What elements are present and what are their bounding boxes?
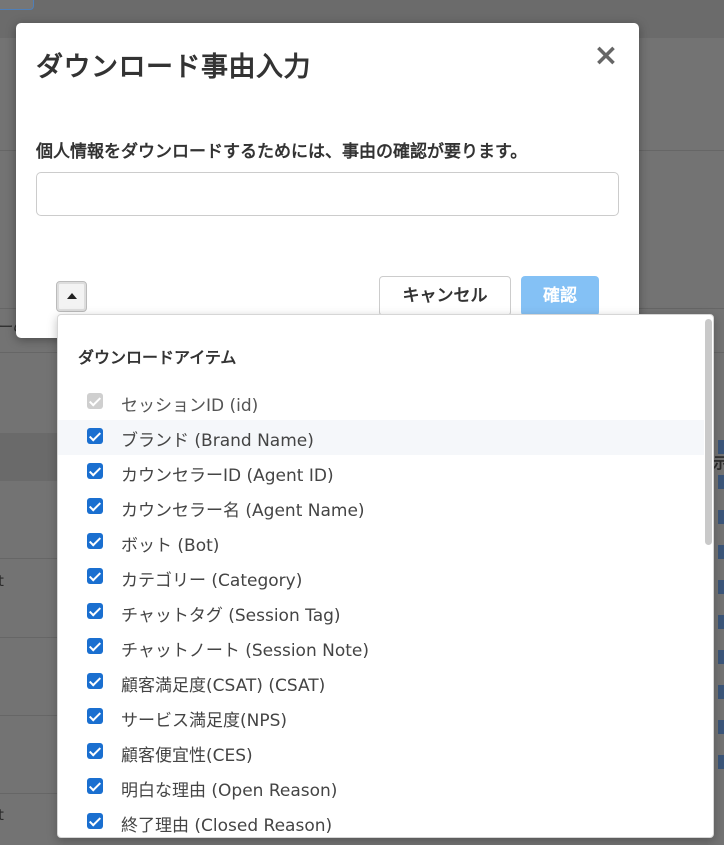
item-label: 明白な理由 (Open Reason) xyxy=(121,781,338,801)
list-item[interactable]: カウンセラー名 (Agent Name) xyxy=(58,490,704,525)
checkbox[interactable] xyxy=(87,603,103,619)
item-label: サービス満足度(NPS) xyxy=(121,711,288,731)
item-label: 顧客満足度(CSAT) (CSAT) xyxy=(121,676,326,696)
list-item[interactable]: 終了理由 (Closed Reason) xyxy=(58,805,704,837)
item-label: チャットノート (Session Note) xyxy=(121,641,370,661)
list-item[interactable]: セッションID (id) xyxy=(58,385,704,420)
background-divider xyxy=(0,637,60,638)
item-label: ボット (Bot) xyxy=(121,536,220,556)
item-label: チャットタグ (Session Tag) xyxy=(121,606,341,626)
checkbox[interactable] xyxy=(87,778,103,794)
checkbox[interactable] xyxy=(87,568,103,584)
checkbox[interactable] xyxy=(87,638,103,654)
dropdown-scrollbar[interactable] xyxy=(705,319,712,545)
list-item[interactable]: ブランド (Brand Name) xyxy=(58,420,704,455)
list-item[interactable]: サービス満足度(NPS) xyxy=(58,700,704,735)
item-label: ブランド (Brand Name) xyxy=(121,431,314,451)
checkbox[interactable] xyxy=(87,533,103,549)
item-label: カウンセラーID (Agent ID) xyxy=(121,466,334,486)
caret-up-icon xyxy=(67,293,77,299)
background-text: t xyxy=(0,572,4,590)
checkbox[interactable] xyxy=(87,498,103,514)
cancel-button[interactable]: キャンセル xyxy=(379,276,511,316)
download-item-list: セッションID (id) ブランド (Brand Name) カウンセラーID … xyxy=(58,385,704,837)
item-label: セッションID (id) xyxy=(121,396,259,416)
background-divider xyxy=(0,558,60,559)
item-label: 顧客便宜性(CES) xyxy=(121,746,253,766)
checkbox[interactable] xyxy=(87,463,103,479)
collapse-items-button[interactable] xyxy=(56,281,87,312)
item-label: カウンセラー名 (Agent Name) xyxy=(121,501,365,521)
background-button xyxy=(0,0,34,10)
reason-input[interactable] xyxy=(36,172,619,216)
confirm-button[interactable]: 確認 xyxy=(521,276,599,316)
close-icon[interactable]: × xyxy=(593,41,619,71)
background-text: t xyxy=(0,806,4,824)
list-item[interactable]: カウンセラーID (Agent ID) xyxy=(58,455,704,490)
download-items-dropdown: ダウンロードアイテム セッションID (id) ブランド (Brand Name… xyxy=(57,314,714,838)
checkbox[interactable] xyxy=(87,708,103,724)
list-item[interactable]: 明白な理由 (Open Reason) xyxy=(58,770,704,805)
checkbox[interactable] xyxy=(87,428,103,444)
list-item[interactable]: チャットノート (Session Note) xyxy=(58,630,704,665)
list-item[interactable]: チャットタグ (Session Tag) xyxy=(58,595,704,630)
background-divider xyxy=(0,715,60,716)
reason-label: 個人情報をダウンロードするためには、事由の確認が要ります。 xyxy=(36,142,528,162)
checkbox xyxy=(87,393,103,409)
checkbox[interactable] xyxy=(87,813,103,829)
background-divider xyxy=(0,793,60,794)
background-table-header xyxy=(0,433,60,481)
dropdown-title: ダウンロードアイテム xyxy=(78,348,237,367)
list-item[interactable]: カテゴリー (Category) xyxy=(58,560,704,595)
download-reason-modal: ダウンロード事由入力 × 個人情報をダウンロードするためには、事由の確認が要りま… xyxy=(16,23,639,338)
checkbox[interactable] xyxy=(87,743,103,759)
list-item[interactable]: ボット (Bot) xyxy=(58,525,704,560)
modal-title: ダウンロード事由入力 xyxy=(36,52,311,83)
list-item[interactable]: 顧客便宜性(CES) xyxy=(58,735,704,770)
item-label: 終了理由 (Closed Reason) xyxy=(121,816,333,836)
item-label: カテゴリー (Category) xyxy=(121,571,303,591)
list-item[interactable]: 顧客満足度(CSAT) (CSAT) xyxy=(58,665,704,700)
checkbox[interactable] xyxy=(87,673,103,689)
